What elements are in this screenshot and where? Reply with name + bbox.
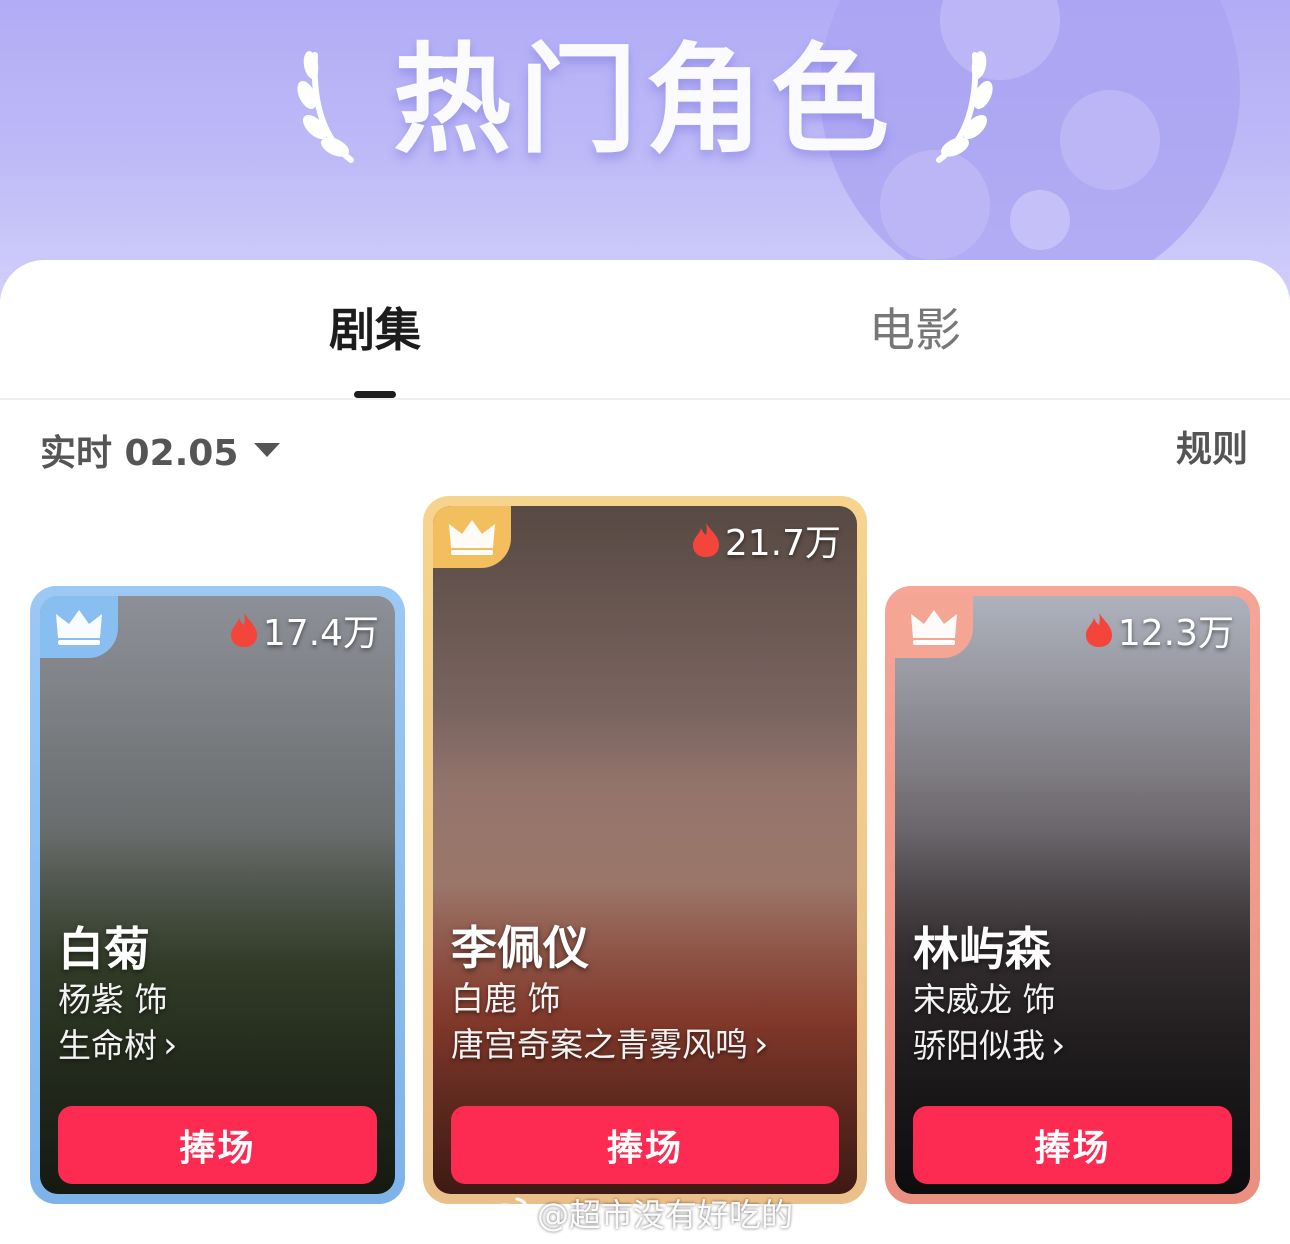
cheer-button[interactable]: 捧场 xyxy=(451,1106,839,1184)
date-label: 实时 02.05 xyxy=(40,433,239,474)
heat-indicator: 17.4万 xyxy=(229,604,379,656)
date-dropdown[interactable]: 实时 02.05 xyxy=(40,420,281,480)
heat-value: 21.7万 xyxy=(724,523,841,564)
cheer-button[interactable]: 捧场 xyxy=(913,1106,1232,1184)
weibo-logo-icon xyxy=(486,1197,529,1231)
crown-icon xyxy=(911,610,957,645)
tab-series[interactable]: 剧集 xyxy=(275,300,475,360)
chevron-right-icon: › xyxy=(163,1025,178,1066)
role-name: 白菊 xyxy=(58,922,150,976)
role-info: 李佩仪 白鹿 饰 唐宫奇案之青雾风鸣 › xyxy=(451,920,847,1068)
actor-name: 白鹿 饰 xyxy=(451,979,561,1018)
heat-indicator: 21.7万 xyxy=(691,514,841,566)
rank-badge xyxy=(433,506,511,568)
show-title: 唐宫奇案之青雾风鸣 xyxy=(451,1025,748,1064)
flame-icon xyxy=(692,523,719,557)
show-link[interactable]: 唐宫奇案之青雾风鸣 › xyxy=(451,1022,847,1068)
hot-roles-page: 热门角色 剧集 电影 实时 02.05 规则 17.4万 白菊 杨紫 饰 生命树… xyxy=(0,0,1290,1244)
role-info: 白菊 杨紫 饰 生命树 › xyxy=(58,921,385,1069)
rules-link[interactable]: 规则 xyxy=(1176,420,1248,480)
active-tab-indicator xyxy=(354,391,396,398)
filter-row: 实时 02.05 规则 xyxy=(0,420,1290,480)
heat-indicator: 12.3万 xyxy=(1084,604,1234,656)
rank-badge xyxy=(40,596,118,658)
heat-value: 12.3万 xyxy=(1117,613,1234,654)
caret-down-icon xyxy=(254,443,281,457)
laurel-right-icon xyxy=(936,51,993,163)
laurel-left-icon xyxy=(297,51,354,163)
chevron-right-icon: › xyxy=(754,1024,769,1065)
heat-value: 17.4万 xyxy=(262,613,379,654)
category-tabs: 剧集 电影 xyxy=(0,260,1290,400)
actor-name: 杨紫 饰 xyxy=(58,980,168,1019)
show-title: 生命树 xyxy=(58,1026,157,1065)
crown-icon xyxy=(56,610,102,645)
banner-title: 热门角色 xyxy=(392,31,897,169)
header-banner: 热门角色 xyxy=(0,0,1290,300)
watermark-text: @超市没有好吃的 xyxy=(537,1196,794,1234)
show-link[interactable]: 骄阳似我 › xyxy=(913,1023,1240,1069)
crown-icon xyxy=(449,520,495,555)
role-card-rank-1[interactable]: 21.7万 李佩仪 白鹿 饰 唐宫奇案之青雾风鸣 › 捧场 xyxy=(423,496,867,1204)
role-name: 李佩仪 xyxy=(451,921,589,975)
actor-name: 宋威龙 饰 xyxy=(913,980,1056,1019)
banner-title-row: 热门角色 xyxy=(0,30,1290,170)
tab-movies[interactable]: 电影 xyxy=(815,300,1015,360)
chevron-right-icon: › xyxy=(1051,1025,1066,1066)
watermark: @超市没有好吃的 xyxy=(485,1188,793,1238)
cheer-button[interactable]: 捧场 xyxy=(58,1106,377,1184)
flame-icon xyxy=(230,613,257,647)
role-card-rank-3[interactable]: 12.3万 林屿森 宋威龙 饰 骄阳似我 › 捧场 xyxy=(885,586,1260,1204)
show-title: 骄阳似我 xyxy=(913,1026,1045,1065)
role-name: 林屿森 xyxy=(913,922,1051,976)
role-card-rank-2[interactable]: 17.4万 白菊 杨紫 饰 生命树 › 捧场 xyxy=(30,586,405,1204)
role-info: 林屿森 宋威龙 饰 骄阳似我 › xyxy=(913,921,1240,1069)
flame-icon xyxy=(1085,613,1112,647)
show-link[interactable]: 生命树 › xyxy=(58,1023,385,1069)
rank-badge xyxy=(895,596,973,658)
